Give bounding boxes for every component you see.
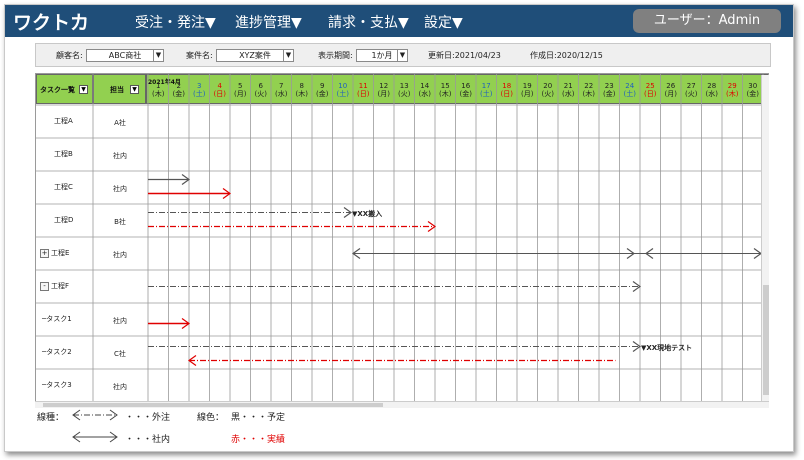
menu-billing[interactable]: 請求・支払▼	[328, 12, 409, 32]
horizontal-scroll-thumb[interactable]	[43, 403, 383, 407]
vertical-scrollbar[interactable]	[761, 75, 769, 403]
menu-progress[interactable]: 進捗管理▼	[235, 12, 302, 32]
gantt-chart: タスク一覧 ▼ 担当 ▼ 2021年4月 1 (木) 2 (金) 3 (土) 4 (日) 5 (月…	[35, 73, 769, 403]
chevron-down-icon: ▼	[397, 50, 407, 61]
legend-red-text: 赤・・・実績	[231, 435, 286, 445]
case-select-value: XYZ案件	[239, 51, 271, 60]
created-date: 作成日:2020/12/15	[530, 51, 603, 60]
legend-inhouse-text: ・・・社内	[125, 435, 171, 445]
legend-inhouse-arrow-icon	[72, 431, 118, 443]
gantt-grid-and-bars	[36, 74, 768, 402]
legend-black-text: 黒・・・予定	[231, 413, 286, 423]
app-logo: ワクトカ	[13, 12, 90, 34]
horizontal-scrollbar[interactable]	[35, 401, 769, 408]
legend-line-color-label: 線色：	[197, 413, 225, 423]
legend-outsource-text: ・・・外注	[125, 413, 171, 423]
client-select[interactable]: ABC商社 ▼	[86, 49, 164, 62]
chevron-down-icon: ▼	[283, 50, 293, 61]
annotation-delivery: ▼XX搬入	[352, 209, 383, 218]
updated-date: 更新日:2021/04/23	[428, 51, 501, 60]
legend-line-samples	[72, 409, 118, 443]
top-navigation-bar: ワクトカ 受注・発注▼ 進捗管理▼ 請求・支払▼ 設定▼ ユーザー：Admin	[5, 5, 793, 37]
case-select[interactable]: XYZ案件 ▼	[216, 49, 294, 62]
client-select-value: ABC商社	[108, 51, 142, 60]
annotation-onsite-test: ▼XX現地テスト	[641, 343, 693, 352]
user-account-button[interactable]: ユーザー：Admin	[633, 9, 781, 33]
app-window: ワクトカ 受注・発注▼ 進捗管理▼ 請求・支払▼ 設定▼ ユーザー：Admin …	[4, 4, 794, 452]
period-select[interactable]: 1か月 ▼	[356, 49, 408, 62]
period-label: 表示期間:	[318, 51, 353, 60]
case-label: 案件名:	[186, 51, 213, 60]
vertical-scroll-thumb[interactable]	[763, 285, 769, 395]
menu-settings[interactable]: 設定▼	[424, 12, 463, 32]
menu-orders[interactable]: 受注・発注▼	[135, 12, 216, 32]
chevron-down-icon: ▼	[153, 50, 163, 61]
period-select-value: 1か月	[371, 51, 393, 60]
filter-panel: 顧客名: ABC商社 ▼ 案件名: XYZ案件 ▼ 表示期間: 1か月 ▼ 更新…	[35, 43, 771, 67]
legend-line-type-label: 線種：	[37, 413, 65, 423]
legend-outsource-arrow-icon	[72, 409, 118, 421]
client-label: 顧客名:	[56, 51, 83, 60]
